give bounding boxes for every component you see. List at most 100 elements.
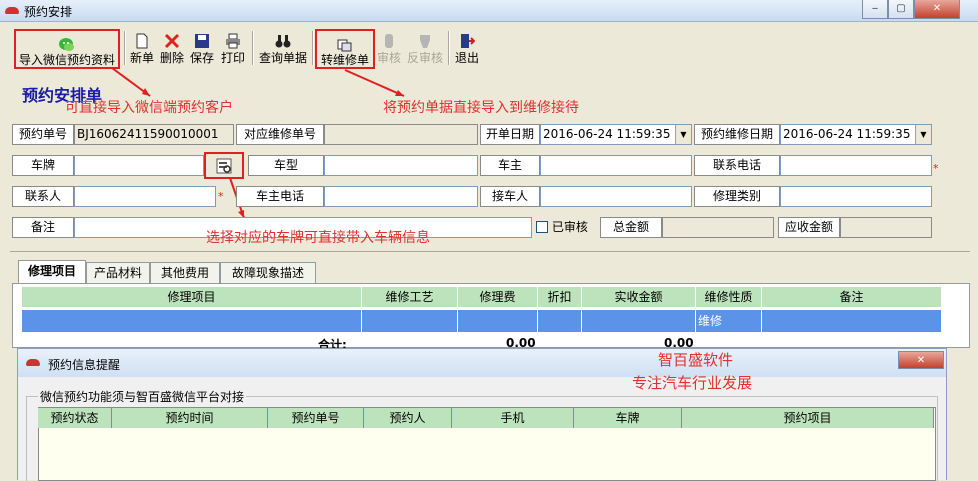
tab-fault-desc[interactable]: 故障现象描述 [220,262,316,283]
dialog-grid-header: 车牌 [574,408,682,428]
repair-type-input[interactable] [780,186,932,207]
total-field [662,217,774,238]
receiver-input[interactable] [540,186,692,207]
toolbar-separator [124,31,126,65]
repair-no-field[interactable] [324,124,478,145]
grid-header: 维修性质 [696,287,762,307]
new-button[interactable]: 新单 [128,27,156,69]
toolbar: 导入微信预约资料 新单 删除 保存 打印 查询单据 转维修单 审核 反审核 退出 [10,27,970,71]
delete-button[interactable]: 删除 [158,27,186,69]
checkbox-box[interactable] [536,221,548,233]
printer-icon [226,33,240,49]
unaudit-icon [420,35,430,48]
audit-icon [385,34,393,48]
contact-input[interactable] [74,186,216,207]
grid-header: 备注 [762,287,942,307]
query-button[interactable]: 查询单据 [257,27,309,69]
lookup-icon [216,158,232,174]
grid-cell[interactable] [22,310,362,332]
receivable-label: 应收金额 [778,217,840,238]
dialog-title-bar: 预约信息提醒 ✕ [18,349,946,377]
grid-header: 修理项目 [22,287,362,307]
phone-input[interactable] [780,155,932,176]
transfer-annotation: 将预约单据直接导入到维修接待 [383,100,579,116]
owner-input[interactable] [540,155,692,176]
save-button[interactable]: 保存 [188,27,216,69]
open-date-picker[interactable]: 2016-06-24 11:59:35 ▼ [540,124,692,145]
grid-header: 维修工艺 [362,287,458,307]
total-label: 总金额 [600,217,662,238]
close-button[interactable]: ✕ [914,0,960,19]
minimize-button[interactable]: ‒ [862,0,888,19]
exit-door-icon [461,34,475,48]
grid-header: 修理费 [458,287,538,307]
window-title: 预约安排 [24,5,73,19]
save-icon [195,34,209,48]
new-document-icon [136,33,148,49]
exit-button[interactable]: 退出 [453,27,481,69]
toolbar-separator [252,31,254,65]
maximize-button[interactable]: ▢ [888,0,914,19]
dialog-grid-header: 预约状态 [38,408,112,428]
watermark-line2: 专注汽车行业发展 [632,374,753,392]
tab-materials[interactable]: 产品材料 [86,262,150,283]
toolbar-separator [448,31,450,65]
dialog-grid-header: 手机 [452,408,574,428]
grid-cell[interactable]: 维修 [696,310,762,332]
order-no-field[interactable]: BJ16062411590010001 [74,124,234,145]
audited-checkbox[interactable]: 已审核 [536,218,598,237]
owner-label: 车主 [480,155,540,176]
dialog-grid-header: 预约人 [364,408,452,428]
phone-label: 联系电话 [694,155,780,176]
appt-date-picker[interactable]: 2016-06-24 11:59:35 ▼ [780,124,932,145]
repair-no-label: 对应维修单号 [236,124,324,145]
import-annotation: 可直接导入微信端预约客户 [65,100,233,116]
dropdown-arrow-icon[interactable]: ▼ [675,125,691,144]
model-label: 车型 [248,155,324,176]
receiver-label: 接车人 [480,186,540,207]
dialog-grid-header: 预约单号 [268,408,364,428]
grid-cell[interactable] [362,310,458,332]
import-wechat-button[interactable]: 导入微信预约资料 [14,29,120,69]
required-mark: * [933,162,939,175]
transfer-to-repair-button[interactable]: 转维修单 [315,29,375,69]
plate-label: 车牌 [12,155,74,176]
grid-cell[interactable] [538,310,582,332]
watermark-line1: 智百盛软件 [658,351,734,369]
binoculars-icon [275,35,291,48]
dialog-group-label: 微信预约功能须与智百盛微信平台对接 [38,388,247,405]
receivable-field [840,217,932,238]
grid-cell[interactable] [458,310,538,332]
dialog-grid-header: 预约项目 [682,408,934,428]
plate-input[interactable] [74,155,204,176]
plate-annotation: 选择对应的车牌可直接带入车辆信息 [206,230,430,246]
order-no-label: 预约单号 [12,124,74,145]
appt-date-label: 预约维修日期 [694,124,780,145]
tab-repair-items[interactable]: 修理项目 [18,260,86,283]
grid-header: 实收金额 [582,287,696,307]
transfer-icon [337,39,352,52]
delete-icon [164,33,180,49]
contact-label: 联系人 [12,186,74,207]
dialog-grid-header: 预约时间 [112,408,268,428]
toolbar-separator [312,31,314,65]
car-icon [5,7,19,14]
divider [10,251,970,252]
tab-other-fees[interactable]: 其他费用 [150,262,220,283]
dropdown-arrow-icon[interactable]: ▼ [915,125,931,144]
grid-cell[interactable] [762,310,942,332]
repair-type-label: 修理类别 [694,186,780,207]
plate-select-button[interactable] [204,152,244,179]
open-date-label: 开单日期 [480,124,540,145]
audit-button[interactable]: 审核 [376,27,402,69]
title-bar: 预约安排 ‒ ▢ ✕ [0,0,978,22]
dialog-title: 预约信息提醒 [48,358,121,372]
owner-phone-input[interactable] [324,186,478,207]
grid-cell[interactable] [582,310,696,332]
dialog-close-button[interactable]: ✕ [898,351,944,369]
owner-phone-label: 车主电话 [236,186,324,207]
model-input[interactable] [324,155,478,176]
grid-header: 折扣 [538,287,582,307]
print-button[interactable]: 打印 [218,27,248,69]
unaudit-button[interactable]: 反审核 [405,27,445,69]
